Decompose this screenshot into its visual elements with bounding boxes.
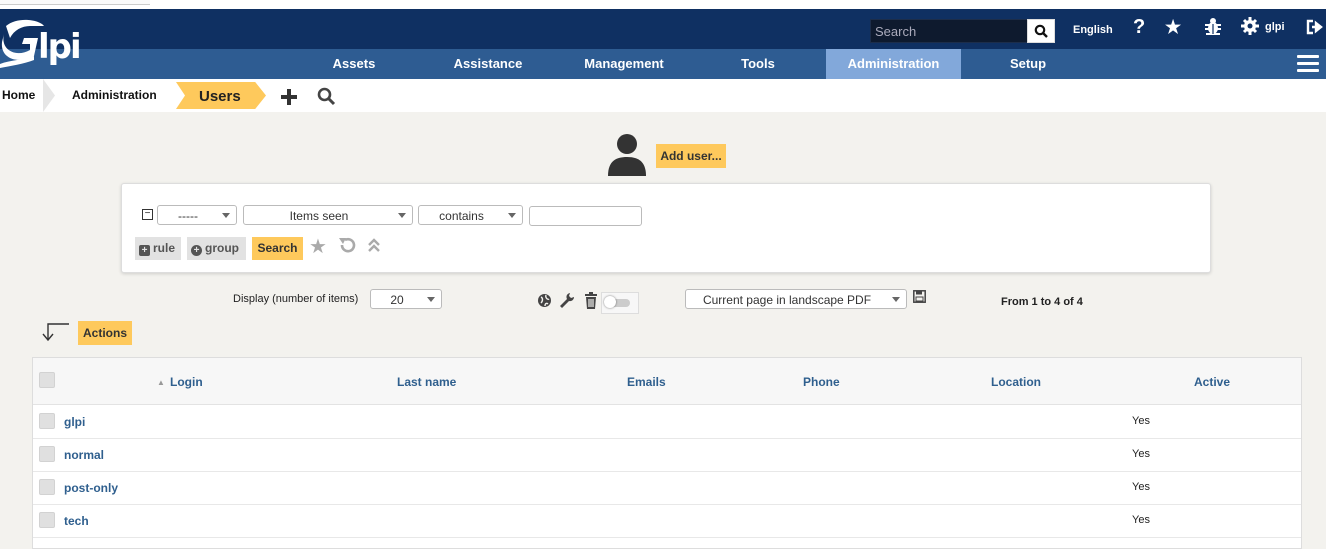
menu-administration[interactable]: Administration	[826, 49, 961, 79]
add-group-button[interactable]: + group	[187, 237, 246, 260]
users-table: ▲ Login Last name Emails Phone Location …	[32, 357, 1302, 549]
bug-icon[interactable]	[1203, 17, 1223, 42]
menu-management[interactable]: Management	[570, 49, 678, 79]
menu-assistance[interactable]: Assistance	[438, 49, 538, 79]
criterion-operator-select[interactable]: contains	[418, 205, 523, 225]
breadcrumb-home[interactable]: Home	[2, 79, 35, 112]
toggle-knob	[604, 296, 616, 308]
table-row: glpi Yes	[33, 405, 1301, 439]
row-checkbox[interactable]	[39, 479, 55, 495]
search-icon[interactable]	[317, 87, 336, 106]
globe-icon[interactable]	[537, 293, 552, 308]
breadcrumb-users[interactable]: Users	[176, 82, 266, 109]
user-login-link[interactable]: normal	[64, 448, 104, 462]
star-icon[interactable]: ★	[309, 234, 327, 259]
search-icon	[1034, 24, 1048, 38]
gear-icon[interactable]	[1241, 17, 1259, 40]
user-active-value: Yes	[1132, 481, 1150, 493]
criterion-link-select[interactable]: -----	[157, 205, 237, 225]
chevron-down-icon	[892, 297, 900, 302]
column-phone[interactable]: Phone	[803, 375, 840, 389]
row-checkbox[interactable]	[39, 446, 55, 462]
svg-text:lpi: lpi	[38, 27, 80, 67]
browser-top-strip	[0, 0, 1326, 9]
breadcrumb-administration[interactable]: Administration	[72, 79, 157, 112]
column-location[interactable]: Location	[991, 375, 1041, 389]
wrench-icon[interactable]	[559, 292, 575, 309]
arrow-down-left-icon	[42, 323, 69, 342]
column-emails[interactable]: Emails	[627, 375, 666, 389]
user-active-value: Yes	[1132, 514, 1150, 526]
global-search-input[interactable]	[871, 20, 1029, 42]
plus-icon[interactable]	[280, 88, 298, 106]
add-rule-button[interactable]: + rule	[135, 237, 181, 260]
user-active-value: Yes	[1132, 415, 1150, 427]
browser-tab-edge	[0, 0, 150, 5]
column-active[interactable]: Active	[1194, 375, 1230, 389]
user-icon	[608, 134, 646, 176]
reset-icon[interactable]	[338, 236, 357, 254]
search-submit-button[interactable]: Search	[252, 237, 303, 260]
user-active-value: Yes	[1132, 448, 1150, 460]
save-icon[interactable]	[913, 290, 926, 303]
star-icon[interactable]: ★	[1165, 17, 1181, 38]
criterion-link-value: -----	[178, 209, 198, 223]
display-count-value: 20	[390, 293, 404, 307]
user-menu[interactable]: glpi	[1265, 21, 1285, 33]
table-row: normal Yes	[33, 438, 1301, 472]
menu-tools[interactable]: Tools	[718, 49, 798, 79]
add-rule-label: rule	[153, 241, 176, 255]
display-count-label: Display (number of items)	[233, 293, 359, 305]
menu-assets[interactable]: Assets	[304, 49, 404, 79]
user-login-link[interactable]: tech	[64, 514, 89, 528]
remove-criterion-icon[interactable]: −	[142, 209, 153, 220]
plus-circle-icon: +	[191, 245, 202, 256]
chevron-down-icon	[398, 213, 406, 218]
logout-icon[interactable]	[1306, 19, 1324, 40]
glpi-logo-mark: lpi	[0, 19, 82, 68]
help-icon[interactable]: ?	[1133, 16, 1145, 39]
actions-button[interactable]: Actions	[78, 321, 132, 345]
plus-icon: +	[139, 245, 150, 256]
breadcrumb-separator	[43, 79, 55, 112]
column-last-name[interactable]: Last name	[397, 375, 456, 389]
top-header	[0, 9, 1326, 49]
table-row: post-only Yes	[33, 471, 1301, 505]
global-search-button[interactable]	[1027, 19, 1055, 43]
criterion-value-input[interactable]	[529, 206, 642, 226]
breadcrumb-users-label: Users	[199, 88, 241, 105]
export-format-select[interactable]: Current page in landscape PDF	[685, 289, 907, 309]
row-checkbox[interactable]	[39, 413, 55, 429]
criterion-field-select[interactable]: Items seen	[243, 205, 413, 225]
pagination-info: From 1 to 4 of 4	[1001, 296, 1083, 308]
chevron-down-icon	[222, 213, 230, 218]
hamburger-menu-icon[interactable]	[1297, 55, 1319, 73]
chevron-down-icon	[508, 213, 516, 218]
criterion-field-value: Items seen	[289, 209, 349, 223]
export-format-value: Current page in landscape PDF	[702, 293, 872, 307]
row-checkbox[interactable]	[39, 512, 55, 528]
collapse-icon[interactable]	[367, 238, 381, 253]
global-search-box	[870, 19, 1029, 43]
column-login[interactable]: Login	[170, 375, 203, 389]
trash-icon[interactable]	[584, 292, 598, 309]
select-all-checkbox[interactable]	[39, 372, 55, 388]
add-group-label: group	[205, 241, 239, 255]
user-login-link[interactable]: glpi	[64, 415, 85, 429]
display-count-select[interactable]: 20	[370, 289, 442, 309]
trash-view-toggle[interactable]	[601, 292, 639, 314]
user-login-link[interactable]: post-only	[64, 481, 118, 495]
glpi-logo[interactable]: lpi	[0, 16, 95, 72]
criterion-operator-value: contains	[439, 209, 484, 223]
chevron-down-icon	[427, 297, 435, 302]
add-user-button[interactable]: Add user...	[656, 144, 726, 168]
sort-asc-icon: ▲	[157, 378, 165, 387]
menu-setup[interactable]: Setup	[990, 49, 1066, 79]
language-selector[interactable]: English	[1073, 24, 1113, 36]
table-header: ▲ Login Last name Emails Phone Location …	[33, 358, 1301, 405]
